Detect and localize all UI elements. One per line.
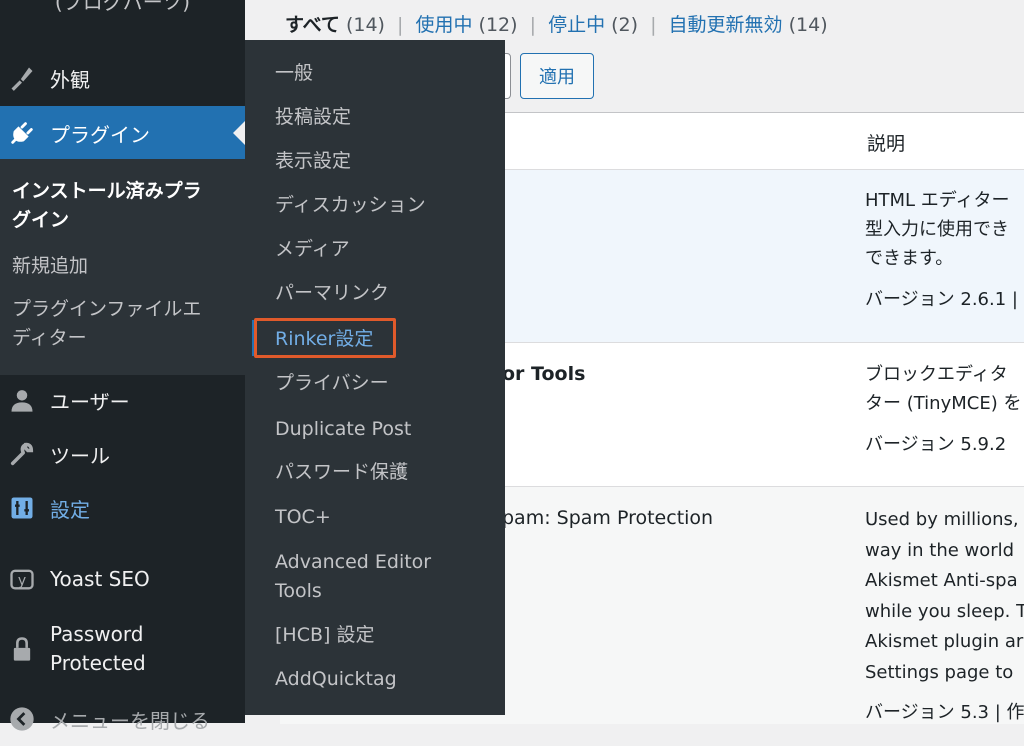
submenu-item-plugin-file-editor[interactable]: プラグインファイルエ ディター [12,295,232,353]
plugin-description: ブロックエディタ ター (TinyMCE) を バージョン 5.9.2 [865,360,1021,459]
plugin-name: or Tools [502,363,586,385]
column-header-description: 説明 [867,133,906,155]
flyout-item-hcb-settings[interactable]: [HCB] 設定 [275,621,500,650]
flyout-item-general[interactable]: 一般 [275,59,500,88]
sidebar-item-label: Password Protected [50,620,146,678]
filter-autoupdate-disabled[interactable]: 自動更新無効 [669,14,783,36]
flyout-item-media[interactable]: メディア [275,235,500,264]
svg-text:y: y [18,573,26,589]
flyout-item-permalinks[interactable]: パーマリンク [275,279,500,308]
current-menu-arrow [233,121,245,145]
sidebar-item-yoast-seo[interactable]: y Yoast SEO [0,552,245,606]
admin-sidebar: (ブログパーツ) 外観 プラグイン インストール済みプラ グイン 新規追加 プラ… [0,0,245,733]
settings-flyout-menu: 一般 投稿設定 表示設定 ディスカッション メディア パーマリンク Rinker… [245,40,505,715]
sidebar-item-plugins[interactable]: プラグイン [0,106,245,160]
sidebar-item-password-protected[interactable]: Password Protected [0,617,245,681]
flyout-item-password-protection[interactable]: パスワード保護 [275,458,500,487]
plugin-name: pam: Spam Protection [502,507,714,529]
rinker-highlight-box [254,318,396,358]
flyout-item-privacy[interactable]: プライバシー [275,369,500,398]
filter-inactive[interactable]: 停止中 [548,14,605,36]
collapse-menu-button[interactable]: メニューを閉じる [0,692,245,746]
sidebar-item-label: プラグイン [50,122,150,147]
plugin-version: バージョン 5.3 | 作 [865,702,1024,723]
plugin-icon [8,119,36,147]
filter-all[interactable]: すべて [285,14,340,36]
sidebar-item-label: メニューを閉じる [50,708,210,733]
sidebar-item-label: Yoast SEO [50,567,150,591]
submenu-label-line1: プラグインファイルエ [12,298,202,320]
filter-autoupdate-disabled-count: (14) [788,14,828,36]
submenu-item-installed-plugins[interactable]: インストール済みプラ グイン [12,177,232,235]
label-line2: Protected [50,651,146,675]
sidebar-item-tools[interactable]: ツール [0,427,245,481]
filter-active-count: (12) [478,14,518,36]
settings-icon [8,494,36,522]
flyout-label-line1: Advanced Editor [275,551,432,573]
sidebar-item-label: ユーザー [50,389,130,414]
plugin-status-filters: すべて (14) | 使用中 (12) | 停止中 (2) | 自動更新無効 (… [285,14,828,36]
label-line1: Password [50,622,144,646]
wrench-icon [8,440,36,468]
plugins-submenu: インストール済みプラ グイン 新規追加 プラグインファイルエ ディター [0,159,245,375]
plugin-description: Used by millions, way in the world Akism… [865,505,1024,729]
flyout-item-advanced-editor-tools[interactable]: Advanced Editor Tools [275,548,500,606]
flyout-item-addquicktag[interactable]: AddQuicktag [275,665,500,694]
sidebar-item-label: 設定 [50,497,90,522]
sidebar-item-settings[interactable]: 設定 [0,481,245,535]
sidebar-item-blog-parts[interactable]: (ブログパーツ) [0,0,245,15]
submenu-label-line1: インストール済みプラ [12,180,202,202]
submenu-label-line2: ディター [12,327,87,349]
submenu-item-add-new[interactable]: 新規追加 [12,252,232,281]
sidebar-item-users[interactable]: ユーザー [0,373,245,427]
flyout-item-duplicate-post[interactable]: Duplicate Post [275,415,500,444]
flyout-item-writing[interactable]: 投稿設定 [275,103,500,132]
paintbrush-icon [8,64,36,92]
submenu-label-line2: グイン [12,209,70,231]
sidebar-item-appearance[interactable]: 外観 [0,51,245,105]
filter-active[interactable]: 使用中 [415,14,472,36]
sidebar-item-label: 外観 [50,67,90,92]
collapse-arrow-icon [8,705,36,733]
flyout-item-reading[interactable]: 表示設定 [275,147,500,176]
lock-icon [8,635,36,663]
filter-all-count: (14) [345,14,385,36]
yoast-icon: y [8,565,36,593]
flyout-label-line2: Tools [275,580,322,602]
sidebar-item-label: ツール [50,443,110,468]
plugin-version: バージョン 2.6.1 | [865,289,1018,310]
user-icon [8,386,36,414]
filter-inactive-count: (2) [611,14,639,36]
apply-button[interactable]: 適用 [520,53,594,99]
plugin-description: HTML エディター 型入力に使用でき できます。 バージョン 2.6.1 | [865,186,1018,314]
flyout-item-discussion[interactable]: ディスカッション [275,191,500,220]
flyout-item-toc-plus[interactable]: TOC+ [275,503,500,532]
plugin-version: バージョン 5.9.2 [865,434,1007,455]
